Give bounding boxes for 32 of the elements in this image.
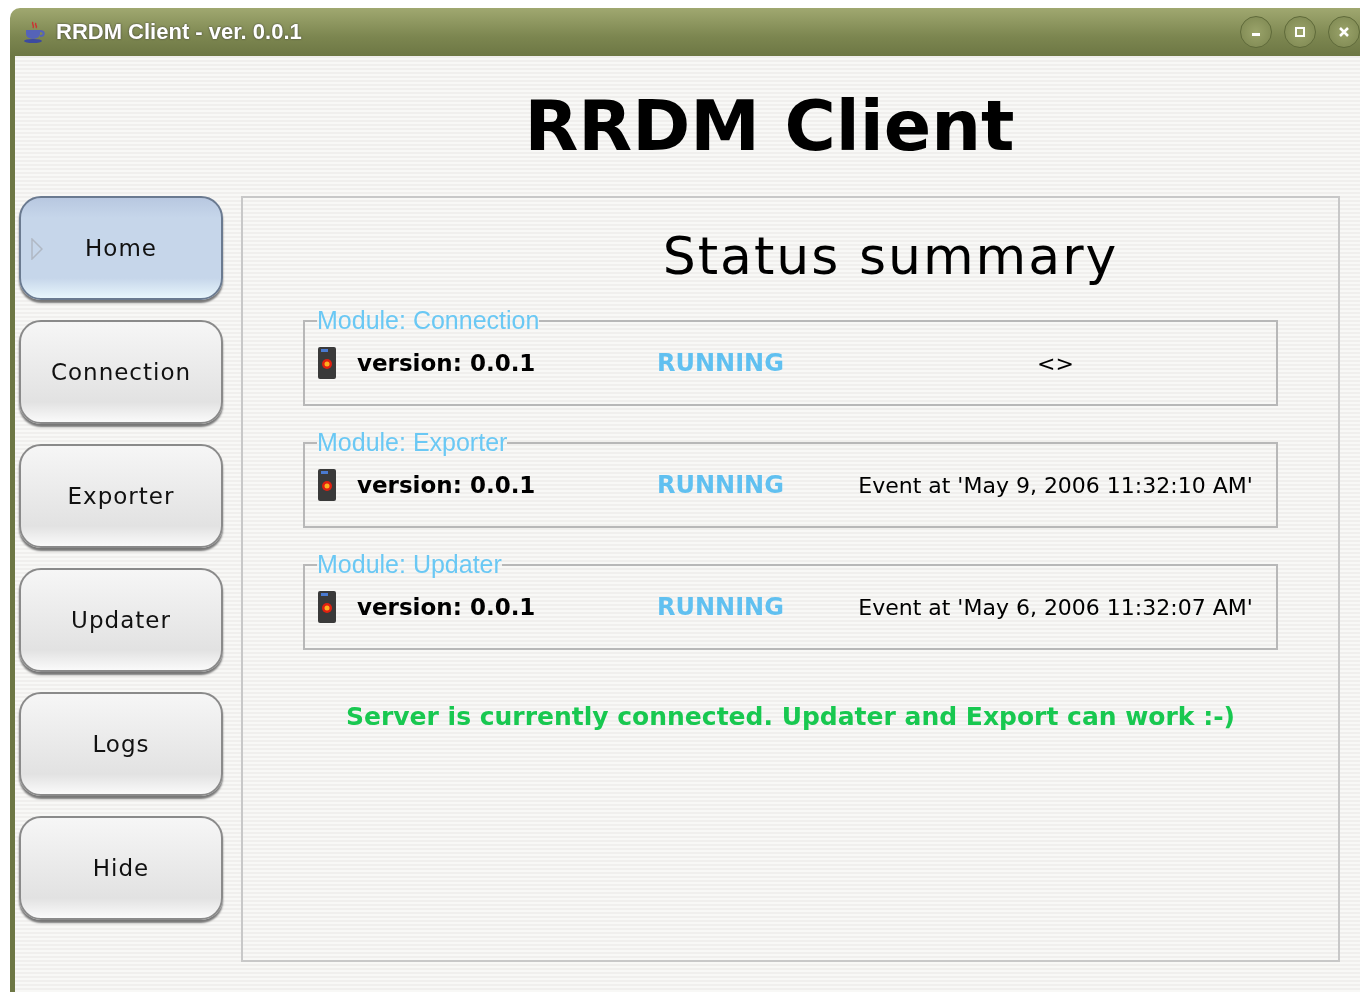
window-title: RRDM Client - ver. 0.0.1 bbox=[56, 19, 302, 45]
module-title: Module: Connection bbox=[317, 306, 540, 335]
device-led-icon bbox=[317, 468, 337, 502]
module-event: <> bbox=[1036, 350, 1075, 376]
module-title: Module: Exporter bbox=[317, 428, 508, 457]
nav-button[interactable]: Exporter bbox=[19, 444, 223, 548]
close-button[interactable] bbox=[1328, 16, 1360, 48]
panel-title: Status summary bbox=[662, 226, 1119, 286]
module-version: version: 0.0.1 bbox=[357, 594, 537, 620]
nav-button[interactable]: Hide bbox=[19, 816, 223, 920]
nav-button[interactable]: Connection bbox=[19, 320, 223, 424]
module-version: version: 0.0.1 bbox=[357, 350, 537, 376]
close-icon bbox=[1339, 27, 1349, 37]
module-status: RUNNING bbox=[657, 349, 785, 377]
device-led-icon bbox=[317, 346, 337, 380]
module-version: version: 0.0.1 bbox=[357, 472, 537, 498]
module-event: Event at 'May 6, 2006 11:32:07 AM' bbox=[857, 594, 1254, 620]
arrow-icon bbox=[31, 238, 43, 260]
module-status: RUNNING bbox=[657, 471, 785, 499]
module-title: Module: Updater bbox=[317, 550, 502, 579]
module-status: RUNNING bbox=[657, 593, 785, 621]
nav-button[interactable]: Logs bbox=[19, 692, 223, 796]
minimize-button[interactable] bbox=[1240, 16, 1272, 48]
nav-button[interactable]: Home bbox=[19, 196, 223, 300]
module-event: Event at 'May 9, 2006 11:32:10 AM' bbox=[857, 472, 1254, 498]
maximize-icon bbox=[1295, 27, 1305, 37]
status-message: Server is currently connected. Updater and Export can work :-) bbox=[345, 702, 1236, 731]
coffee-cup-icon bbox=[22, 20, 46, 44]
nav-button[interactable]: Updater bbox=[19, 568, 223, 672]
app-heading: RRDM Client bbox=[524, 84, 1015, 169]
device-led-icon bbox=[317, 590, 337, 624]
maximize-button[interactable] bbox=[1284, 16, 1316, 48]
